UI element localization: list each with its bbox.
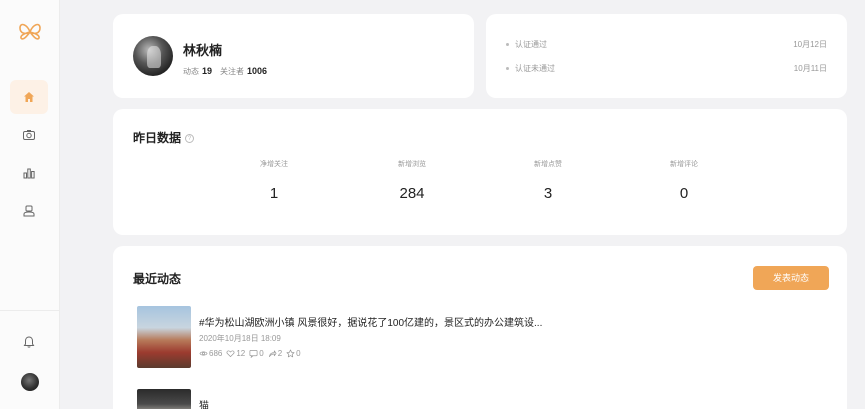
certification-row[interactable]: 认证未通过 10月11日 bbox=[506, 61, 827, 75]
publish-post-button[interactable]: 发表动态 bbox=[753, 266, 829, 290]
user-icon bbox=[23, 205, 35, 217]
stat-value: 0 bbox=[679, 185, 689, 202]
stat-new-comments: 新增评论 0 bbox=[634, 159, 734, 202]
certification-date: 10月12日 bbox=[793, 39, 827, 49]
stat-value: 3 bbox=[543, 185, 553, 202]
butterfly-logo-icon[interactable] bbox=[18, 22, 42, 42]
posts-count[interactable]: 19 bbox=[202, 66, 212, 76]
stats-title-text: 昨日数据 bbox=[133, 131, 182, 145]
post-title[interactable]: 猫 bbox=[199, 397, 209, 409]
bell-icon bbox=[23, 336, 35, 348]
post-thumbnail[interactable] bbox=[137, 306, 191, 368]
home-icon bbox=[24, 92, 34, 102]
sidebar-item-camera[interactable] bbox=[10, 118, 48, 152]
bullet-icon bbox=[506, 66, 509, 70]
user-name: 林秋楠 bbox=[183, 43, 223, 58]
views-count: 686 bbox=[209, 349, 223, 358]
sidebar-item-home[interactable] bbox=[10, 80, 48, 114]
stat-label: 新增浏览 bbox=[398, 161, 426, 168]
posts-label: 动态 bbox=[183, 67, 199, 76]
post-metrics: 686 12 0 2 0 bbox=[199, 349, 301, 358]
sidebar bbox=[0, 0, 60, 409]
certification-row[interactable]: 认证通过 10月12日 bbox=[506, 37, 827, 51]
share-icon[interactable] bbox=[268, 349, 277, 358]
shares-count: 2 bbox=[277, 349, 283, 358]
sidebar-avatar[interactable] bbox=[21, 373, 39, 391]
certification-date: 10月11日 bbox=[793, 63, 827, 73]
comments-count: 0 bbox=[259, 349, 264, 358]
stars-count: 0 bbox=[296, 349, 301, 358]
user-meta: 动态 19 关注者 1006 bbox=[183, 66, 275, 77]
followers-label: 关注者 bbox=[220, 67, 245, 76]
stat-label: 净增关注 bbox=[260, 161, 288, 168]
post-date: 2020年10月18日 18:09 bbox=[199, 334, 281, 343]
camera-icon bbox=[23, 130, 35, 140]
post-thumbnail[interactable] bbox=[137, 389, 191, 409]
sidebar-divider bbox=[0, 310, 60, 311]
recent-title: 最近动态 bbox=[133, 272, 182, 286]
chart-icon bbox=[23, 168, 35, 179]
stat-value: 1 bbox=[269, 185, 279, 202]
avatar[interactable] bbox=[133, 36, 173, 76]
heart-icon[interactable] bbox=[226, 349, 235, 358]
followers-count[interactable]: 1006 bbox=[247, 66, 267, 76]
certification-card: 认证通过 10月12日 认证未通过 10月11日 bbox=[486, 14, 847, 98]
eye-icon bbox=[199, 351, 208, 356]
star-icon[interactable] bbox=[286, 349, 295, 358]
sidebar-item-stats[interactable] bbox=[10, 156, 48, 190]
stat-new-views: 新增浏览 284 bbox=[362, 159, 462, 202]
likes-count: 12 bbox=[236, 349, 246, 358]
recent-posts-card: 最近动态 发表动态 #华为松山湖欧洲小镇 风景很好，据说花了100亿建的，景区式… bbox=[113, 246, 847, 409]
stat-label: 新增点赞 bbox=[534, 161, 562, 168]
stats-title: 昨日数据? bbox=[133, 129, 195, 146]
stat-new-likes: 新增点赞 3 bbox=[498, 159, 598, 202]
sidebar-item-notifications[interactable] bbox=[10, 325, 48, 359]
stat-label: 新增评论 bbox=[670, 161, 698, 168]
sidebar-item-user[interactable] bbox=[10, 194, 48, 228]
certification-label: 认证未通过 bbox=[515, 63, 555, 73]
stat-value: 284 bbox=[399, 185, 425, 202]
info-icon[interactable]: ? bbox=[185, 134, 195, 144]
stat-net-followers: 净增关注 1 bbox=[224, 159, 324, 202]
post-title[interactable]: #华为松山湖欧洲小镇 风景很好，据说花了100亿建的，景区式的办公建筑设... bbox=[199, 314, 542, 329]
bullet-icon bbox=[506, 42, 509, 46]
yesterday-stats-card: 昨日数据? 净增关注 1 新增浏览 284 新增点赞 3 新增评论 0 bbox=[113, 109, 847, 235]
comment-icon[interactable] bbox=[249, 349, 258, 358]
profile-card: 林秋楠 动态 19 关注者 1006 bbox=[113, 14, 474, 98]
certification-label: 认证通过 bbox=[515, 39, 547, 49]
